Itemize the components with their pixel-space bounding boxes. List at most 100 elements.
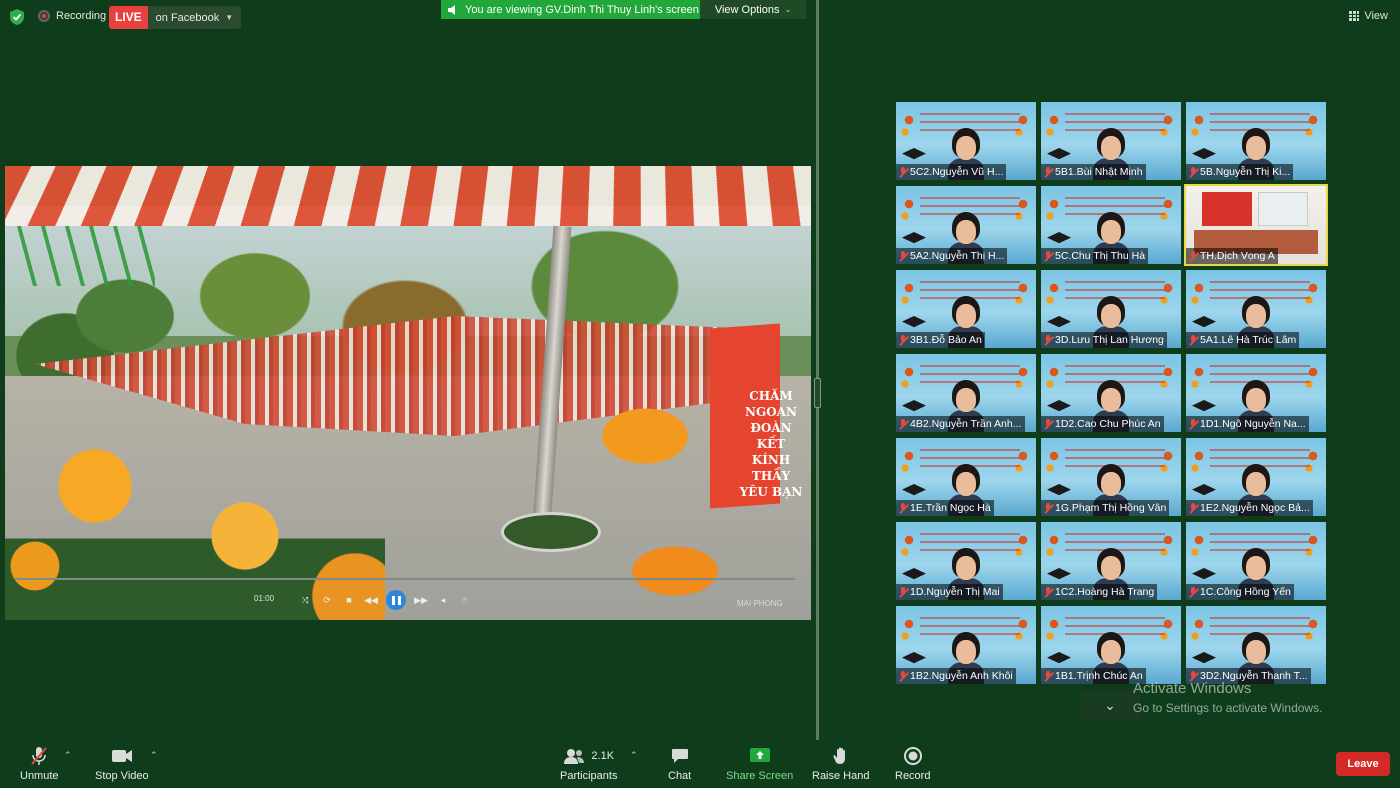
meeting-toolbar: Unmute ⌃ Stop Video ⌃ 2.1K Participants … [0,740,1400,788]
live-badge: LIVE [109,6,148,29]
live-stream-indicator[interactable]: LIVE on Facebook ▼ [109,6,242,29]
participant-tile[interactable]: 1G.Phạm Thị Hồng Vân [1041,438,1181,516]
mic-muted-icon [898,418,908,430]
view-button[interactable]: View [1349,10,1388,22]
participant-gallery: 5C2.Nguyễn Vũ H... 5B1.Bùi Nhật Minh 5B.Ng… [896,102,1328,686]
leave-button[interactable]: Leave [1336,752,1390,776]
splitter-handle[interactable] [814,378,821,408]
participant-tile[interactable]: TH.Dịch Vọng A [1184,184,1328,266]
graduation-cap-icon [1047,568,1071,580]
graduation-cap-icon [902,400,926,412]
live-target-dropdown[interactable]: on Facebook ▼ [147,6,242,29]
flower-decoration [898,362,920,392]
video-controls: ⤨ ⟳ ■ ◀◀ ▶▶ ◂ ☝ [298,590,472,610]
stop-icon[interactable]: ■ [342,593,356,607]
share-screen-icon [749,746,771,766]
participant-tile[interactable]: 3D.Lưu Thị Lan Hương [1041,270,1181,348]
shared-screen-video[interactable]: CHĂM NGOAN ĐOÀN KẾT KÍNH THẦY YÊU BẠN [5,166,811,620]
viewing-text: You are viewing GV.Dinh Thi Thuy Linh's … [465,3,699,16]
flower-decoration [898,278,920,308]
participant-tile[interactable]: 1C2.Hoàng Hà Trang [1041,522,1181,600]
video-time: 01:00 [254,594,275,603]
flower-decoration [1043,446,1065,476]
audio-options-caret[interactable]: ⌃ [64,750,72,761]
volume-icon[interactable]: ◂ [436,593,450,607]
participant-tile[interactable]: 5A1.Lê Hà Trúc Lâm [1186,270,1326,348]
graduation-cap-icon [1192,652,1216,664]
participant-name-tag: 1D2.Cao Chu Phúc An [1041,416,1164,432]
video-frame: CHĂM NGOAN ĐOÀN KẾT KÍNH THẦY YÊU BẠN [5,166,811,620]
cursor-icon: ☝ [462,594,468,605]
participant-name: 1C.Công Hồng Yến [1200,586,1291,598]
participant-name: 1C2.Hoàng Hà Trang [1055,586,1155,598]
participant-tile[interactable]: 1B2.Nguyễn Anh Khôi [896,606,1036,684]
flower-decoration [1188,110,1210,140]
scroll-down-button[interactable]: ⌄ [1080,690,1140,720]
fast-forward-icon[interactable]: ▶▶ [414,593,428,607]
participant-tile[interactable]: 3B1.Đỗ Bảo An [896,270,1036,348]
graduation-cap-icon [1047,484,1071,496]
graduation-cap-icon [1047,652,1071,664]
rewind-icon[interactable]: ◀◀ [364,593,378,607]
participant-name: 1D1.Ngô Nguyễn Na... [1200,418,1306,430]
participants-icon: 2.1K [563,746,614,766]
participant-tile[interactable]: 3D2.Nguyễn Thanh T... [1186,606,1326,684]
graduation-cap-icon [1047,148,1071,160]
grid-icon [1349,11,1360,21]
raise-hand-label: Raise Hand [812,770,870,782]
raise-hand-button[interactable]: Raise Hand [812,746,869,782]
record-label: Record [895,770,931,782]
participant-tile[interactable]: 1E2.Nguyễn Ngọc Bả... [1186,438,1326,516]
participant-tile[interactable]: 4B2.Nguyễn Trần Anh... [896,354,1036,432]
participant-name-tag: 3B1.Đỗ Bảo An [896,332,985,348]
participant-tile[interactable]: 5A2.Nguyễn Thị H... [896,186,1036,264]
mic-muted-icon [1188,502,1198,514]
hand-icon [833,746,849,766]
repeat-icon[interactable]: ⟳ [320,593,334,607]
recording-indicator[interactable]: Recording [38,10,106,22]
participant-tile[interactable]: 5C.Chu Thị Thu Hà [1041,186,1181,264]
participant-name-tag: 5C.Chu Thị Thu Hà [1041,248,1149,264]
view-label: View [1364,10,1388,22]
participant-name: TH.Dịch Vọng A [1200,250,1275,262]
share-screen-button[interactable]: Share Screen [726,746,793,782]
graduation-cap-icon [1192,484,1216,496]
participant-tile[interactable]: 1D1.Ngô Nguyễn Na... [1186,354,1326,432]
participant-name: 1B2.Nguyễn Anh Khôi [910,670,1013,682]
unmute-button[interactable]: Unmute [20,746,59,782]
chat-button[interactable]: Chat [668,746,691,782]
participant-tile[interactable]: 1D.Nguyễn Thị Mai [896,522,1036,600]
record-button[interactable]: Record [895,746,930,782]
graduation-cap-icon [1047,316,1071,328]
participant-tile[interactable]: 1E.Trần Ngọc Hà [896,438,1036,516]
participant-tile[interactable]: 5C2.Nguyễn Vũ H... [896,102,1036,180]
video-options-caret[interactable]: ⌃ [150,750,158,761]
flower-decoration [898,530,920,560]
participant-tile[interactable]: 1D2.Cao Chu Phúc An [1041,354,1181,432]
top-bar: Recording LIVE on Facebook ▼ You are vie… [0,0,1400,36]
stop-video-button[interactable]: Stop Video [95,746,149,782]
flower-decoration [898,446,920,476]
mic-muted-icon [1188,586,1198,598]
participant-tile[interactable]: 5B.Nguyễn Thị Ki... [1186,102,1326,180]
shuffle-icon[interactable]: ⤨ [298,593,312,607]
chat-bubble-icon [671,746,689,766]
shield-icon[interactable] [8,8,26,26]
mic-muted-icon [898,334,908,346]
participant-name-tag: 1G.Phạm Thị Hồng Vân [1041,500,1170,516]
participant-name: 5C2.Nguyễn Vũ H... [910,166,1004,178]
viewing-banner: You are viewing GV.Dinh Thi Thuy Linh's … [441,0,700,19]
participant-name: 4B2.Nguyễn Trần Anh... [910,418,1022,430]
participant-tile[interactable]: 5B1.Bùi Nhật Minh [1041,102,1181,180]
caret-down-icon: ▼ [225,13,234,22]
panel-splitter[interactable] [816,0,819,740]
participant-tile[interactable]: 1B1.Trịnh Chúc An [1041,606,1181,684]
pause-button[interactable] [386,590,406,610]
participants-options-caret[interactable]: ⌃ [630,750,638,761]
participant-name: 1G.Phạm Thị Hồng Vân [1055,502,1167,514]
participants-button[interactable]: 2.1K Participants [560,746,617,782]
graduation-cap-icon [902,652,926,664]
view-options-button[interactable]: View Options ⌄ [700,0,806,19]
participant-tile[interactable]: 1C.Công Hồng Yến [1186,522,1326,600]
video-progress-bar[interactable] [15,578,795,580]
